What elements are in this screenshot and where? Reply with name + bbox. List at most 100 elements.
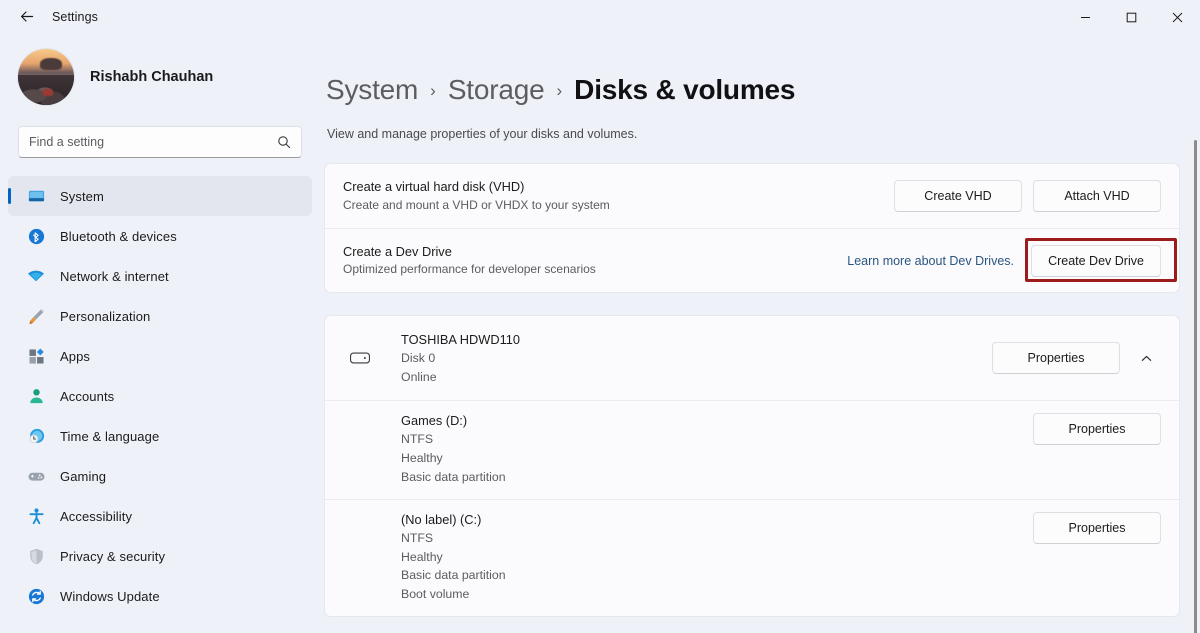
sidebar-item-label: Apps: [60, 348, 91, 364]
learn-more-dev-drives-link[interactable]: Learn more about Dev Drives.: [847, 254, 1014, 268]
user-profile[interactable]: Rishabh Chauhan: [0, 34, 320, 106]
scrollbar-thumb[interactable]: [1194, 140, 1197, 633]
sidebar-item-network-internet[interactable]: Network & internet: [8, 256, 312, 296]
sidebar-item-label: Personalization: [60, 308, 151, 324]
vhd-devdrive-card: Create a virtual hard disk (VHD) Create …: [324, 163, 1180, 293]
disk-texts: TOSHIBA HDWD110 Disk 0 Online: [401, 330, 520, 387]
volume-properties-button[interactable]: Properties: [1033, 413, 1161, 445]
breadcrumb-separator: ›: [556, 81, 563, 100]
breadcrumb-storage[interactable]: Storage: [448, 74, 545, 106]
sidebar-item-time-language[interactable]: Time & language: [8, 416, 312, 456]
disk-number: Disk 0: [401, 351, 436, 366]
sidebar-item-personalization[interactable]: Personalization: [8, 296, 312, 336]
breadcrumb: System › Storage › Disks & volumes: [324, 34, 1180, 106]
sidebar-item-bluetooth-devices[interactable]: Bluetooth & devices: [8, 216, 312, 256]
vhd-row: Create a virtual hard disk (VHD) Create …: [325, 164, 1179, 228]
chevron-up-icon[interactable]: [1131, 343, 1161, 373]
volume-actions: Properties: [1033, 510, 1161, 544]
arrow-left-icon: [21, 11, 34, 22]
page-title: Disks & volumes: [574, 74, 796, 105]
create-vhd-button[interactable]: Create VHD: [894, 180, 1022, 212]
devdrive-subtitle: Optimized performance for developer scen…: [343, 262, 596, 277]
volume-health: Healthy: [401, 549, 443, 564]
attach-vhd-button[interactable]: Attach VHD: [1033, 180, 1161, 212]
settings-window: Settings Rishabh Chauhan Find a setting …: [0, 0, 1200, 633]
back-button[interactable]: [10, 3, 44, 31]
maximize-button[interactable]: [1108, 0, 1154, 34]
sidebar-item-label: Accessibility: [60, 508, 133, 524]
sidebar-item-label: Time & language: [60, 428, 160, 444]
devdrive-actions: Learn more about Dev Drives. Create Dev …: [847, 244, 1161, 277]
sidebar-item-gaming[interactable]: Gaming: [8, 456, 312, 496]
volume-properties-button[interactable]: Properties: [1033, 511, 1161, 544]
search-icon: [277, 135, 291, 149]
sidebar-item-label: Privacy & security: [60, 548, 166, 564]
volume-filesystem: NTFS: [401, 432, 434, 447]
clock-icon: [22, 424, 50, 448]
volume-partition: Basic data partition: [401, 568, 506, 583]
volume-name: (No label) (C:): [401, 511, 482, 527]
disk-status: Online: [401, 369, 437, 384]
content-scrollbar[interactable]: [1194, 134, 1197, 633]
sidebar-item-privacy-security[interactable]: Privacy & security: [8, 536, 312, 576]
search-box[interactable]: [18, 126, 302, 158]
disk-actions: Properties: [992, 342, 1161, 374]
accessibility-icon: [22, 504, 50, 528]
sidebar-item-apps[interactable]: Apps: [8, 336, 312, 376]
search-container: [0, 106, 320, 158]
window-body: Rishabh Chauhan Find a setting System Bl…: [0, 34, 1200, 633]
user-name: Rishabh Chauhan: [90, 69, 214, 85]
window-controls: [1062, 0, 1200, 34]
bluetooth-icon: [22, 224, 50, 248]
volume-health: Healthy: [401, 451, 443, 466]
sidebar-item-label: Gaming: [60, 468, 107, 484]
sidebar-item-system[interactable]: System: [8, 176, 312, 216]
volume-texts: Games (D:) NTFS Healthy Basic data parti…: [401, 411, 506, 487]
sidebar-item-label: System: [60, 188, 104, 204]
sidebar-item-label: Accounts: [60, 388, 115, 404]
disk-card: TOSHIBA HDWD110 Disk 0 Online Properties: [324, 315, 1180, 617]
devdrive-texts: Create a Dev Drive Optimized performance…: [343, 243, 596, 279]
disk-properties-button[interactable]: Properties: [992, 342, 1120, 374]
sidebar-item-label: Windows Update: [60, 588, 160, 604]
sidebar: Rishabh Chauhan Find a setting System Bl…: [0, 34, 320, 633]
disk-drive-icon: [343, 351, 377, 365]
minimize-icon: [1080, 16, 1090, 18]
wifi-icon: [22, 264, 50, 288]
volume-partition: Basic data partition: [401, 469, 506, 484]
sidebar-item-label: Bluetooth & devices: [60, 228, 177, 244]
sidebar-item-windows-update[interactable]: Windows Update: [8, 576, 312, 616]
maximize-icon: [1126, 12, 1136, 22]
create-dev-drive-button[interactable]: Create Dev Drive: [1031, 244, 1161, 277]
sidebar-item-accounts[interactable]: Accounts: [8, 376, 312, 416]
volume-texts: (No label) (C:) NTFS Healthy Basic data …: [401, 510, 506, 604]
vhd-actions: Create VHD Attach VHD: [894, 180, 1161, 212]
vhd-subtitle: Create and mount a VHD or VHDX to your s…: [343, 197, 610, 212]
window-title: Settings: [52, 10, 98, 24]
vhd-texts: Create a virtual hard disk (VHD) Create …: [343, 178, 610, 214]
disk-row: TOSHIBA HDWD110 Disk 0 Online Properties: [325, 316, 1179, 400]
sidebar-nav: System Bluetooth & devices Network & int…: [0, 176, 320, 616]
volume-name: Games (D:): [401, 413, 468, 428]
devdrive-title: Create a Dev Drive: [343, 243, 452, 259]
breadcrumb-system[interactable]: System: [326, 74, 418, 106]
apps-icon: [22, 344, 50, 368]
close-button[interactable]: [1154, 0, 1200, 34]
avatar: [18, 49, 74, 105]
table-row: (No label) (C:) NTFS Healthy Basic data …: [325, 500, 1179, 616]
volume-filesystem: NTFS: [401, 530, 434, 545]
monitor-icon: [22, 184, 50, 208]
title-bar: Settings: [0, 0, 1200, 34]
vhd-title: Create a virtual hard disk (VHD): [343, 179, 525, 195]
search-input[interactable]: [29, 135, 277, 149]
update-icon: [22, 584, 50, 608]
volume-actions: Properties: [1033, 411, 1161, 445]
sidebar-item-label: Network & internet: [60, 268, 169, 284]
sidebar-item-accessibility[interactable]: Accessibility: [8, 496, 312, 536]
page-subtitle: View and manage properties of your disks…: [327, 127, 638, 141]
volume-boot: Boot volume: [401, 587, 470, 601]
table-row: Games (D:) NTFS Healthy Basic data parti…: [325, 401, 1179, 499]
gamepad-icon: [22, 464, 50, 488]
main-content: System › Storage › Disks & volumes View …: [320, 34, 1200, 633]
minimize-button[interactable]: [1062, 0, 1108, 34]
